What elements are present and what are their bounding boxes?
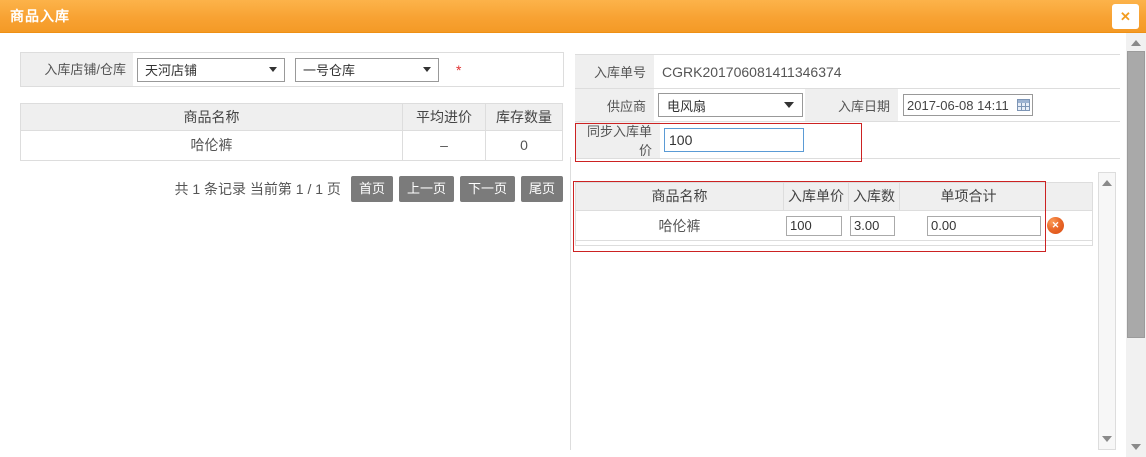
store-warehouse-row: 入库店铺/仓库 天河店铺 一号仓库 * [20, 52, 564, 87]
order-no-value: CGRK201706081411346374 [662, 63, 842, 80]
panel-scrollbar[interactable] [1098, 172, 1116, 450]
column-header-subtotal: 单项合计 [899, 183, 1092, 210]
items-table-header: 商品名称 入库单价 入库数量 单项合计 [575, 182, 1093, 231]
supplier-date-row: 供应商 电风扇 入库日期 2017-06-08 14:11 [575, 89, 1120, 122]
subtotal-cell: ✕ [899, 215, 1092, 236]
panel-divider [570, 157, 571, 450]
sync-price-input[interactable] [664, 128, 804, 152]
unit-price-cell [783, 215, 848, 236]
sync-price-label: 同步入库单价 [575, 122, 660, 158]
stock-in-items-table: 商品名称 入库单价 入库数量 单项合计 哈伦裤 ✕ [575, 182, 1093, 246]
product-name-cell: 哈伦裤 [190, 137, 233, 153]
store-warehouse-controls: 天河店铺 一号仓库 * [133, 53, 461, 86]
column-header-avg-price: 平均进价 [402, 104, 485, 130]
calendar-icon[interactable] [1017, 99, 1030, 111]
column-header-stock-qty: 库存数量 [485, 104, 562, 130]
supplier-label: 供应商 [575, 89, 654, 121]
sync-price-row: 同步入库单价 [575, 122, 1120, 159]
table-row[interactable]: 哈伦裤 – 0 [20, 131, 563, 161]
last-page-button[interactable]: 尾页 [520, 176, 563, 202]
supplier-select[interactable]: 电风扇 [658, 93, 803, 117]
supplier-cell: 电风扇 [654, 93, 805, 117]
warehouse-select-value: 一号仓库 [303, 63, 356, 78]
next-page-button[interactable]: 下一页 [459, 176, 515, 202]
stock-date-label: 入库日期 [805, 89, 898, 121]
scroll-up-button[interactable] [1099, 175, 1115, 191]
dialog-title: 商品入库 [10, 8, 70, 24]
store-select-value: 天河店铺 [145, 63, 198, 78]
column-header-product-name: 商品名称 [651, 188, 708, 204]
table-row: 哈伦裤 ✕ [575, 211, 1093, 241]
chevron-down-icon [423, 67, 431, 72]
prev-page-button[interactable]: 上一页 [398, 176, 454, 202]
column-header-unit-price: 入库单价 [783, 183, 848, 210]
stock-in-dialog: 商品入库 ✕ 入库店铺/仓库 天河店铺 一号仓库 * 商品名称 平均进价 库存数… [0, 0, 1146, 457]
arrow-down-icon [1102, 436, 1112, 442]
titlebar: 商品入库 ✕ [0, 0, 1146, 33]
supplier-select-value: 电风扇 [667, 98, 707, 114]
column-header-qty: 入库数量 [848, 183, 899, 231]
warehouse-select[interactable]: 一号仓库 [295, 57, 439, 82]
qty-input[interactable] [850, 215, 895, 236]
store-select[interactable]: 天河店铺 [137, 57, 285, 82]
stock-in-info: 入库单号 CGRK201706081411346374 供应商 电风扇 入库日期… [575, 54, 1120, 159]
delete-item-button[interactable]: ✕ [1047, 217, 1064, 234]
stock-date-value: 2017-06-08 14:11 [907, 97, 1009, 113]
chevron-down-icon [269, 67, 277, 72]
items-table-footer [575, 241, 1093, 246]
delete-icon: ✕ [1051, 220, 1060, 230]
item-name-cell: 哈伦裤 [658, 217, 701, 234]
unit-price-input[interactable] [786, 215, 842, 236]
order-no-row: 入库单号 CGRK201706081411346374 [575, 55, 1120, 89]
window-scrollbar[interactable] [1126, 33, 1146, 457]
subtotal-input[interactable] [927, 215, 1041, 236]
scrollbar-thumb[interactable] [1127, 51, 1145, 338]
arrow-up-icon [1131, 40, 1141, 46]
pagination: 共 1 条记录 当前第 1 / 1 页 首页 上一页 下一页 尾页 [20, 176, 563, 202]
column-header-product-name: 商品名称 [183, 109, 240, 125]
scroll-down-button[interactable] [1126, 439, 1146, 455]
scroll-down-button[interactable] [1099, 431, 1115, 447]
order-no-label: 入库单号 [575, 55, 654, 88]
stock-date-input[interactable]: 2017-06-08 14:11 [903, 94, 1033, 116]
arrow-up-icon [1102, 180, 1112, 186]
qty-cell [848, 215, 899, 236]
store-warehouse-label: 入库店铺/仓库 [21, 53, 133, 86]
close-icon: ✕ [1120, 9, 1131, 24]
stock-qty-cell: 0 [485, 131, 562, 160]
stock-date-cell: 2017-06-08 14:11 [898, 94, 1120, 116]
scroll-up-button[interactable] [1126, 35, 1146, 51]
pagination-summary: 共 1 条记录 当前第 1 / 1 页 [174, 181, 341, 197]
required-mark: * [456, 61, 462, 78]
first-page-button[interactable]: 首页 [350, 176, 393, 202]
products-table: 商品名称 平均进价 库存数量 哈伦裤 – 0 [20, 103, 563, 161]
products-table-header: 商品名称 平均进价 库存数量 [20, 103, 563, 131]
chevron-down-icon [784, 102, 794, 108]
close-button[interactable]: ✕ [1112, 4, 1139, 29]
avg-price-cell: – [402, 131, 485, 160]
arrow-down-icon [1131, 444, 1141, 450]
